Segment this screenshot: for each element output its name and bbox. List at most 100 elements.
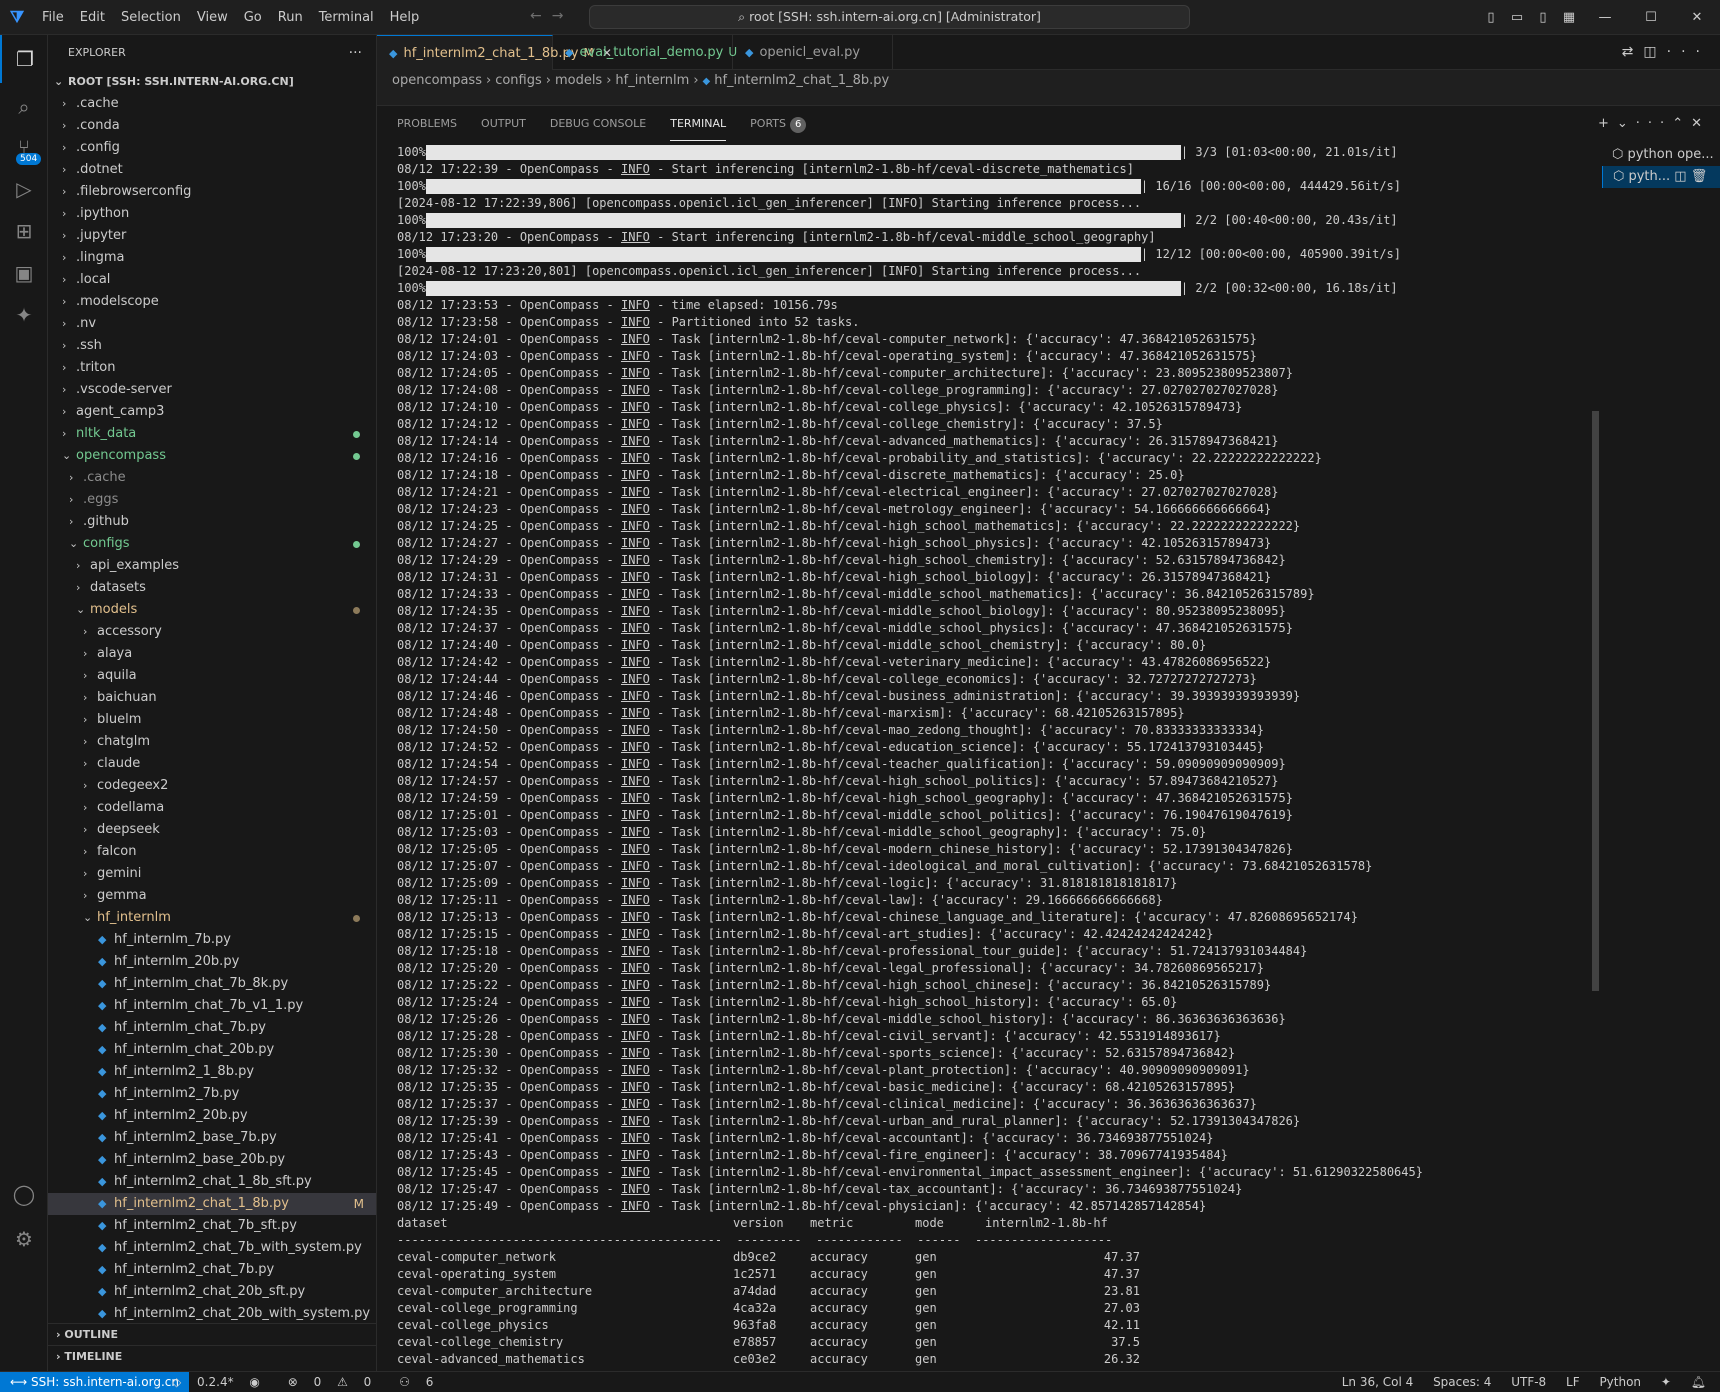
folder-item[interactable]: › codellama: [48, 797, 376, 819]
ai-assistant-icon[interactable]: ✦: [0, 291, 48, 339]
toggle-panel-icon[interactable]: ▭: [1504, 10, 1530, 25]
file-item[interactable]: ◆ hf_internlm2_20b.py: [48, 1105, 376, 1127]
menu-item-go[interactable]: Go: [236, 0, 270, 35]
folder-item[interactable]: › .ssh: [48, 335, 376, 357]
folder-item[interactable]: › falcon: [48, 841, 376, 863]
folder-item[interactable]: › .triton: [48, 357, 376, 379]
folder-item[interactable]: › codegeex2: [48, 775, 376, 797]
terminal-instance[interactable]: ⬡ python ope...: [1602, 144, 1720, 166]
folder-item[interactable]: › nltk_data: [48, 423, 376, 445]
file-item[interactable]: ◆ hf_internlm_chat_7b_8k.py: [48, 973, 376, 995]
breadcrumb-item[interactable]: hf_internlm2_chat_1_8b.py: [714, 73, 889, 88]
file-item[interactable]: ◆ hf_internlm2_chat_20b_with_system.py: [48, 1303, 376, 1325]
folder-item[interactable]: › .ipython: [48, 203, 376, 225]
problems-status[interactable]: ⊗ 0 ⚠ 0: [288, 1375, 384, 1389]
menu-item-file[interactable]: File: [34, 0, 72, 35]
breadcrumb-item[interactable]: hf_internlm: [615, 73, 689, 88]
editor-tab[interactable]: ◆ hf_internlm2_chat_1_8b.py M ✕: [377, 35, 612, 70]
extensions-icon[interactable]: ⊞: [0, 207, 48, 255]
folder-item[interactable]: ⌄ configs: [48, 533, 376, 555]
folder-item[interactable]: › .modelscope: [48, 291, 376, 313]
remote-explorer-icon[interactable]: ▣: [0, 249, 48, 297]
editor-tab[interactable]: ◆ eval_tutorial_demo.py U: [553, 35, 737, 70]
folder-item[interactable]: › .local: [48, 269, 376, 291]
folder-item[interactable]: › alaya: [48, 643, 376, 665]
close-panel-icon[interactable]: ✕: [1691, 116, 1710, 131]
breadcrumb-item[interactable]: models: [555, 73, 602, 88]
explorer-root[interactable]: ⌄ ROOT [SSH: SSH.INTERN-AI.ORG.CN]: [48, 71, 376, 93]
folder-item[interactable]: › .vscode-server: [48, 379, 376, 401]
folder-item[interactable]: › gemma: [48, 885, 376, 907]
folder-item[interactable]: › .nv: [48, 313, 376, 335]
forward-arrow-icon[interactable]: →: [552, 8, 574, 24]
explorer-icon[interactable]: ❐: [0, 35, 48, 83]
timeline-section[interactable]: › TIMELINE: [48, 1345, 376, 1367]
menu-item-terminal[interactable]: Terminal: [311, 0, 382, 35]
end-of-line[interactable]: LF: [1566, 1375, 1580, 1389]
toggle-secondary-sidebar-icon[interactable]: ▯: [1530, 10, 1556, 25]
file-item[interactable]: ◆ hf_internlm2_base_20b.py: [48, 1149, 376, 1171]
file-item[interactable]: ◆ hf_internlm_chat_7b.py: [48, 1017, 376, 1039]
folder-item[interactable]: › bluelm: [48, 709, 376, 731]
folder-item[interactable]: › .jupyter: [48, 225, 376, 247]
menu-item-view[interactable]: View: [189, 0, 236, 35]
terminal-output[interactable]: 100% | 3/3 [01:03<00:00, 21.01s/it] 08/12 …: [397, 144, 1597, 1369]
new-terminal-icon[interactable]: +⌄: [1598, 116, 1636, 131]
menu-item-selection[interactable]: Selection: [113, 0, 189, 35]
more-actions-icon[interactable]: ···: [349, 35, 362, 71]
more-actions-icon[interactable]: ···: [1667, 44, 1710, 60]
panel-tab-debug-console[interactable]: DEBUG CONSOLE: [550, 106, 646, 141]
version-status[interactable]: ◇ 0.2.4* ◉: [172, 1375, 272, 1389]
encoding[interactable]: UTF-8: [1511, 1375, 1546, 1389]
menu-item-help[interactable]: Help: [382, 0, 428, 35]
folder-item[interactable]: › .eggs: [48, 489, 376, 511]
back-arrow-icon[interactable]: ←: [530, 8, 552, 24]
panel-tab-ports[interactable]: PORTS 6: [750, 106, 807, 141]
folder-item[interactable]: › datasets: [48, 577, 376, 599]
menu-item-edit[interactable]: Edit: [72, 0, 113, 35]
file-item[interactable]: ◆ hf_internlm2_chat_7b.py: [48, 1259, 376, 1281]
minimize-icon[interactable]: —: [1582, 10, 1628, 25]
breadcrumb-item[interactable]: configs: [495, 73, 542, 88]
folder-item[interactable]: › .dotnet: [48, 159, 376, 181]
folder-item[interactable]: › .conda: [48, 115, 376, 137]
close-window-icon[interactable]: ✕: [1674, 10, 1720, 25]
language-mode[interactable]: Python: [1599, 1375, 1641, 1389]
folder-item[interactable]: › .config: [48, 137, 376, 159]
cursor-position[interactable]: Ln 36, Col 4: [1342, 1375, 1414, 1389]
folder-item[interactable]: › agent_camp3: [48, 401, 376, 423]
maximize-panel-icon[interactable]: ⌃: [1672, 116, 1691, 131]
file-item[interactable]: ◆ hf_internlm2_base_7b.py: [48, 1127, 376, 1149]
folder-item[interactable]: › aquila: [48, 665, 376, 687]
indentation[interactable]: Spaces: 4: [1433, 1375, 1491, 1389]
terminal-instance[interactable]: ⬡ pyth... ◫ 🗑︎: [1602, 166, 1720, 188]
settings-gear-icon[interactable]: ⚙: [0, 1215, 48, 1263]
folder-item[interactable]: › .filebrowserconfig: [48, 181, 376, 203]
menu-item-run[interactable]: Run: [270, 0, 311, 35]
folder-item[interactable]: ⌄ hf_internlm: [48, 907, 376, 929]
terminal-scrollbar[interactable]: [1592, 411, 1599, 991]
file-item[interactable]: ◆ hf_internlm2_chat_7b_with_system.py: [48, 1237, 376, 1259]
panel-tab-problems[interactable]: PROBLEMS: [397, 106, 457, 141]
more-actions-icon[interactable]: ···: [1636, 116, 1672, 131]
nav-arrows[interactable]: ←→: [530, 8, 573, 24]
file-item[interactable]: ◆ hf_internlm_chat_20b.py: [48, 1039, 376, 1061]
folder-item[interactable]: ⌄ models: [48, 599, 376, 621]
notifications-bell-icon[interactable]: 🔔︎: [1691, 1375, 1706, 1389]
folder-item[interactable]: › deepseek: [48, 819, 376, 841]
file-item[interactable]: ◆ hf_internlm_7b.py: [48, 929, 376, 951]
folder-item[interactable]: › chatglm: [48, 731, 376, 753]
folder-item[interactable]: › baichuan: [48, 687, 376, 709]
kill-terminal-icon[interactable]: 🗑︎: [1687, 169, 1708, 184]
accounts-icon[interactable]: ◯: [0, 1170, 48, 1218]
file-item[interactable]: ◆ hf_internlm2_chat_1_8b.py M: [48, 1193, 376, 1215]
outline-section[interactable]: › OUTLINE: [48, 1323, 376, 1345]
customize-layout-icon[interactable]: ▦: [1556, 10, 1582, 25]
folder-item[interactable]: › .cache: [48, 467, 376, 489]
folder-item[interactable]: › accessory: [48, 621, 376, 643]
toggle-sidebar-icon[interactable]: ▯: [1478, 10, 1504, 25]
ports-status[interactable]: ⚇ 6: [399, 1375, 445, 1389]
split-editor-icon[interactable]: ◫: [1643, 44, 1666, 60]
panel-tab-terminal[interactable]: TERMINAL: [670, 106, 727, 141]
file-item[interactable]: ◆ hf_internlm_20b.py: [48, 951, 376, 973]
